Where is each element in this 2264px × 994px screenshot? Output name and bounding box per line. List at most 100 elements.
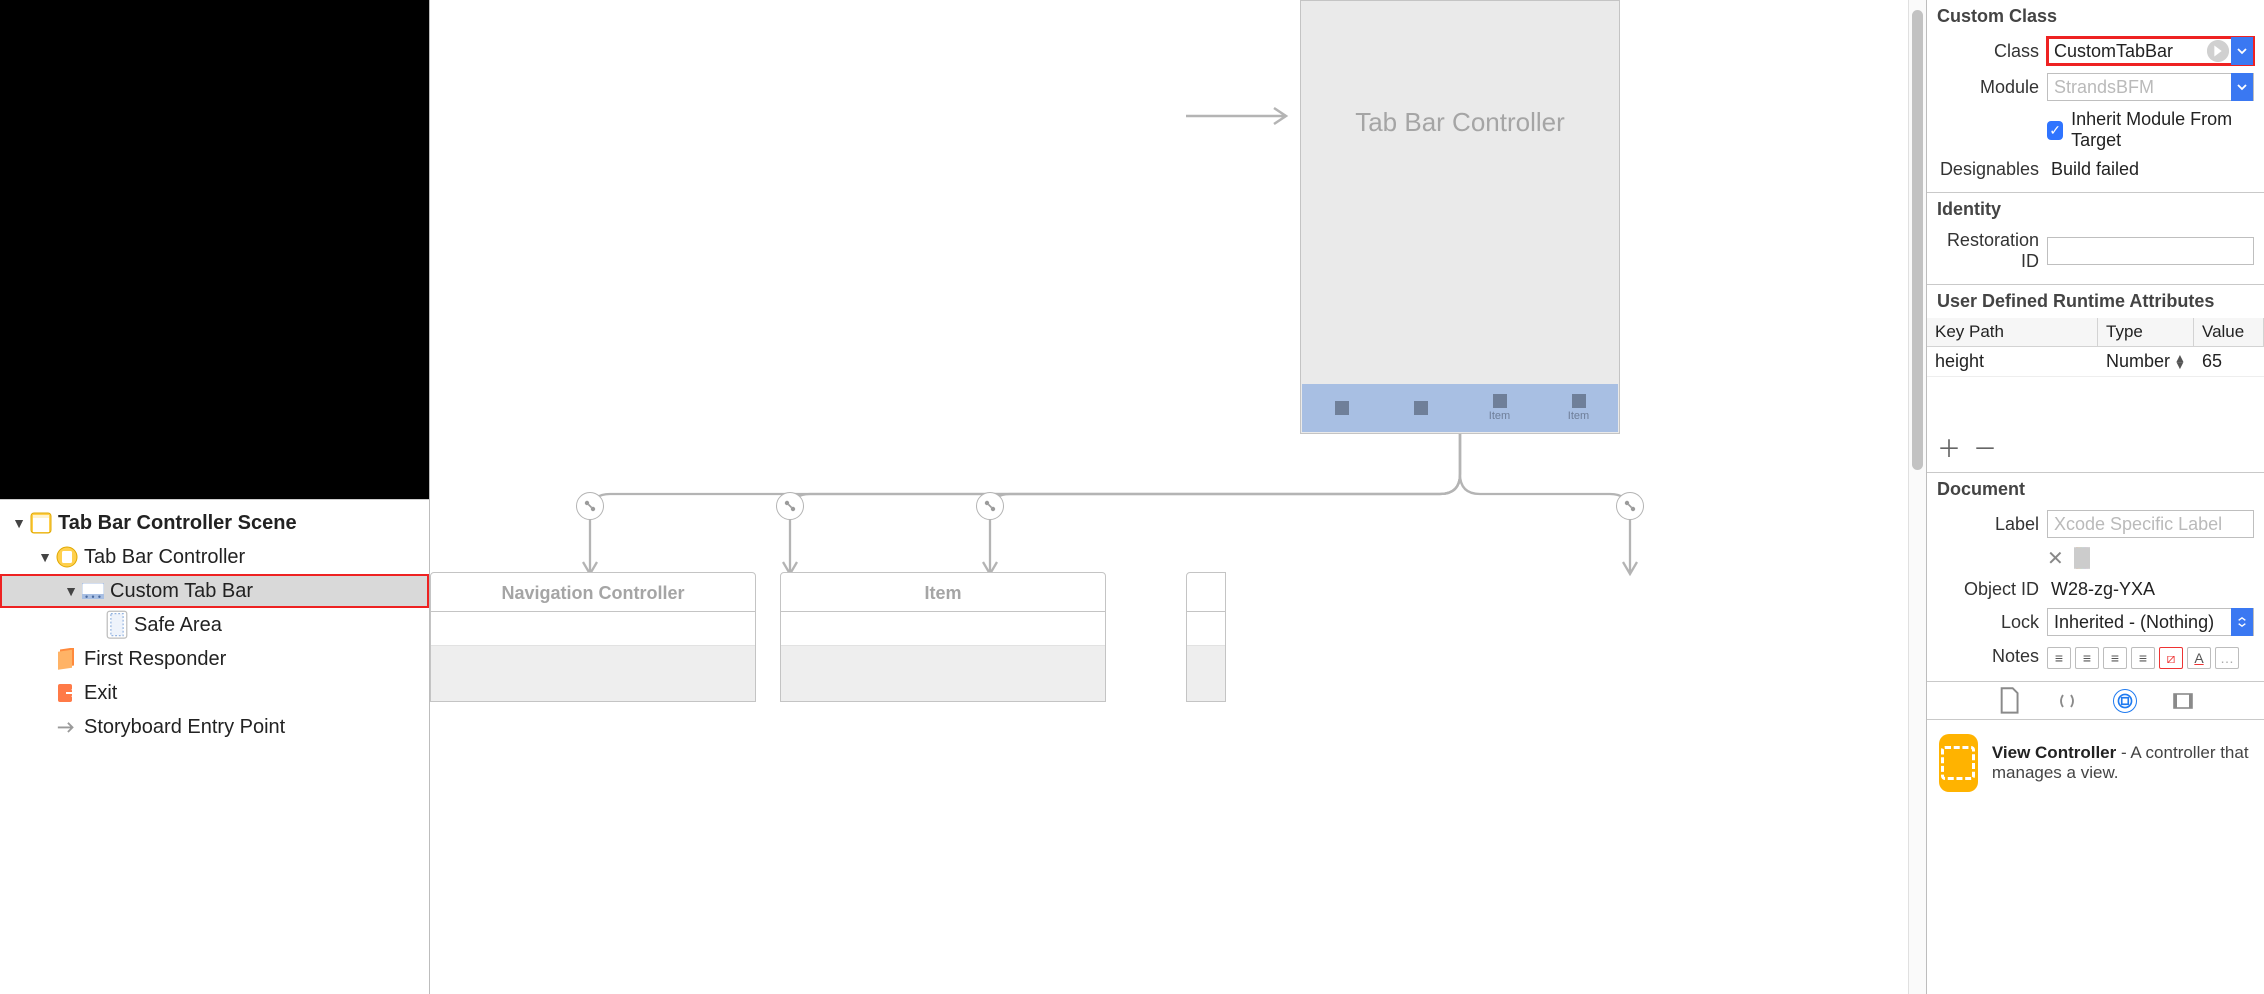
dest-partial[interactable] (1186, 572, 1226, 702)
dest-header-label: Navigation Controller (430, 572, 756, 612)
dest-item[interactable]: Item (780, 572, 1106, 702)
tab-item[interactable] (1381, 384, 1460, 432)
outline-custom-tabbar-row[interactable]: ▼ Custom Tab Bar (0, 574, 429, 608)
scrollbar-thumb[interactable] (1912, 10, 1923, 470)
more-icon[interactable]: … (2215, 647, 2239, 669)
lock-field[interactable]: Inherited - (Nothing) (2047, 608, 2254, 636)
clear-swatch-icon[interactable]: ✕ (2047, 546, 2064, 571)
dest-header-label: Item (780, 572, 1106, 612)
designables-label: Designables (1927, 159, 2039, 180)
align-justify-icon[interactable]: ≡ (2131, 647, 2155, 669)
tab-item[interactable]: Item (1539, 384, 1618, 432)
tab-glyph-icon (1572, 394, 1586, 408)
tab-item[interactable]: Item (1460, 384, 1539, 432)
type-stepper-icon[interactable]: ▲▼ (2174, 355, 2186, 369)
segue-relationship-icon[interactable] (1616, 492, 1644, 520)
library-viewcontroller-item[interactable]: View Controller - A controller that mana… (1927, 720, 2264, 806)
text-color-icon[interactable]: A (2187, 647, 2211, 669)
outline-safe-area-row[interactable]: Safe Area (0, 608, 429, 642)
document-section: Document Label Xcode Specific Label ✕ Ob… (1927, 473, 2264, 682)
designables-value: Build failed (2047, 159, 2139, 180)
restoration-label: Restoration ID (1927, 230, 2039, 272)
safe-area-icon (106, 614, 128, 636)
safe-area-label: Safe Area (134, 614, 222, 637)
align-left-icon[interactable]: ≡ (2047, 647, 2071, 669)
objectid-row: Object ID W28-zg-YXA (1927, 575, 2264, 604)
align-right-icon[interactable]: ≡ (2103, 647, 2127, 669)
library-item-title: View Controller (1992, 743, 2116, 762)
class-jump-icon[interactable] (2207, 40, 2229, 62)
outline-first-responder-row[interactable]: ▼ First Responder (0, 642, 429, 676)
dest-body (1186, 612, 1226, 702)
library-tab-strip (1927, 682, 2264, 720)
entry-arrow-icon (1186, 106, 1306, 126)
runtime-type[interactable]: Number ▲▼ (2098, 347, 2194, 376)
object-library-icon[interactable] (2114, 690, 2136, 712)
scene-title-label: Tab Bar Controller (1301, 107, 1619, 138)
segue-relationship-icon[interactable] (976, 492, 1004, 520)
class-field[interactable]: CustomTabBar (2047, 37, 2254, 65)
outline-exit-row[interactable]: ▼ Exit (0, 676, 429, 710)
chevron-down-icon[interactable]: ▼ (62, 583, 80, 599)
tab-item[interactable] (1302, 384, 1381, 432)
notes-label: Notes (1927, 646, 2039, 667)
section-header: Identity (1927, 193, 2264, 226)
module-row: Module StrandsBFM (1927, 69, 2264, 105)
dropdown-chevron-icon[interactable] (2231, 37, 2253, 65)
notes-row: Notes ≡ ≡ ≡ ≡ ⧄ A … (1927, 640, 2264, 673)
dest-navigation-controller[interactable]: Navigation Controller (430, 572, 756, 702)
chevron-down-icon[interactable]: ▼ (10, 515, 28, 531)
inherit-module-row[interactable]: ✓ Inherit Module From Target (1927, 105, 2264, 155)
canvas-vertical-scrollbar[interactable] (1908, 0, 1926, 994)
runtime-col-val: Value (2194, 318, 2264, 346)
inherit-label: Inherit Module From Target (2071, 109, 2254, 151)
file-template-icon[interactable] (1998, 690, 2020, 712)
entry-point-label: Storyboard Entry Point (84, 716, 285, 739)
outline-entry-point-row[interactable]: ▼ Storyboard Entry Point (0, 710, 429, 744)
storyboard-canvas[interactable]: Tab Bar Controller Item Item Navigation … (430, 0, 1926, 994)
tab-item-label: Item (1489, 410, 1510, 422)
lock-label: Lock (1927, 612, 2039, 633)
scene-label: Tab Bar Controller Scene (58, 512, 297, 535)
media-library-icon[interactable] (2172, 690, 2194, 712)
add-button[interactable]: ＋ (1937, 429, 1961, 464)
preview-pane (0, 0, 429, 500)
label-field[interactable]: Xcode Specific Label (2047, 510, 2254, 538)
section-header: User Defined Runtime Attributes (1927, 285, 2264, 318)
restoration-field[interactable] (2047, 237, 2254, 265)
exit-label: Exit (84, 682, 117, 705)
section-header: Document (1927, 473, 2264, 506)
first-responder-label: First Responder (84, 648, 226, 671)
segue-relationship-icon[interactable] (576, 492, 604, 520)
outline-scene-row[interactable]: ▼ Tab Bar Controller Scene (0, 506, 429, 540)
remove-format-icon[interactable]: ⧄ (2159, 647, 2183, 669)
tabbar-strip[interactable]: Item Item (1302, 384, 1618, 432)
runtime-val: 65 (2194, 347, 2264, 376)
checkbox-checked-icon[interactable]: ✓ (2047, 121, 2063, 140)
dropdown-chevron-icon[interactable] (2231, 73, 2253, 101)
viewcontroller-icon (56, 546, 78, 568)
runtime-table-row[interactable]: height Number ▲▼ 65 (1927, 347, 2264, 377)
lock-row: Lock Inherited - (Nothing) (1927, 604, 2264, 640)
tab-glyph-icon (1335, 401, 1349, 415)
custom-class-section: Custom Class Class CustomTabBar Module S… (1927, 0, 2264, 193)
tabbar-controller-scene[interactable]: Tab Bar Controller Item Item (1300, 0, 1620, 434)
restoration-row: Restoration ID (1927, 226, 2264, 276)
chevron-down-icon[interactable]: ▼ (36, 549, 54, 565)
module-placeholder: StrandsBFM (2054, 77, 2154, 98)
code-snippet-icon[interactable] (2056, 690, 2078, 712)
segue-lines (430, 430, 1926, 590)
first-responder-icon (56, 648, 78, 670)
dropdown-chevron-icon[interactable] (2231, 608, 2253, 636)
segue-relationship-icon[interactable] (776, 492, 804, 520)
tab-glyph-icon (1414, 401, 1428, 415)
align-center-icon[interactable]: ≡ (2075, 647, 2099, 669)
class-value: CustomTabBar (2054, 41, 2173, 62)
outline-tabbar-controller-row[interactable]: ▼ Tab Bar Controller (0, 540, 429, 574)
runtime-col-type: Type (2098, 318, 2194, 346)
tabbar-controller-label: Tab Bar Controller (84, 546, 245, 569)
remove-button[interactable]: － (1973, 429, 1997, 464)
module-field[interactable]: StrandsBFM (2047, 73, 2254, 101)
color-swatch[interactable] (2088, 547, 2090, 569)
exit-icon (56, 682, 78, 704)
